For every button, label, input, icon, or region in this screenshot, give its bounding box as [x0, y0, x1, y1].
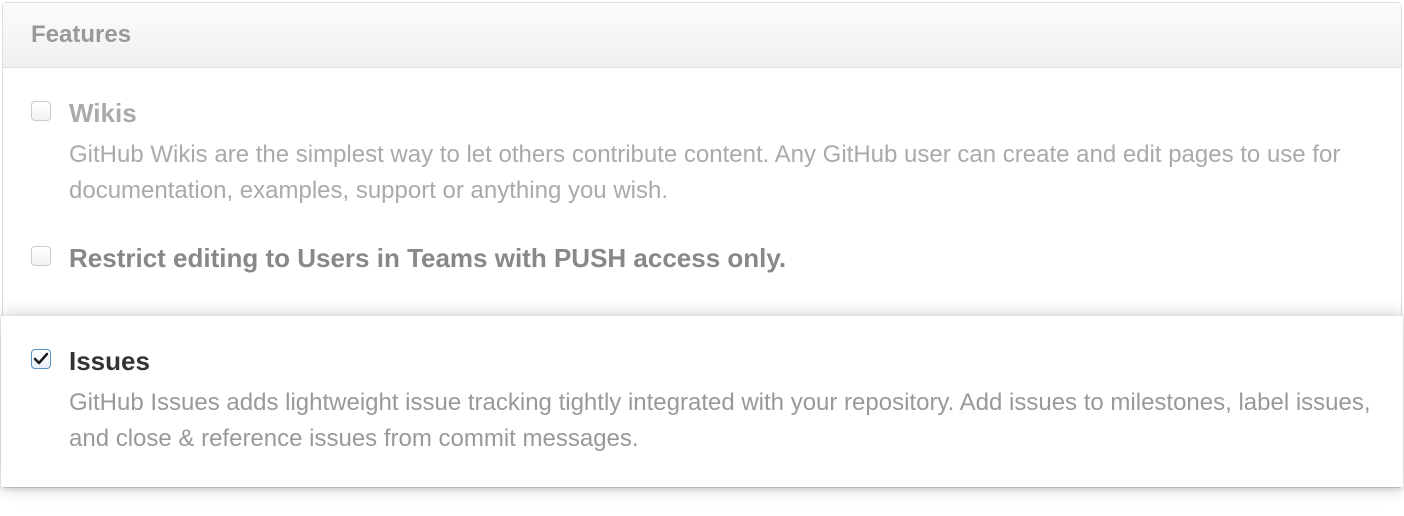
feature-wikis: Wikis GitHub Wikis are the simplest way … — [3, 68, 1401, 239]
checkbox-wrap — [31, 98, 51, 126]
issues-checkbox[interactable] — [31, 349, 51, 369]
feature-restrict: Restrict editing to Users in Teams with … — [3, 239, 1401, 316]
wikis-checkbox[interactable] — [31, 101, 51, 121]
panel-header: Features — [3, 3, 1401, 68]
restrict-label: Restrict editing to Users in Teams with … — [69, 243, 1373, 274]
panel-body: Wikis GitHub Wikis are the simplest way … — [3, 68, 1401, 487]
feature-content: Wikis GitHub Wikis are the simplest way … — [69, 98, 1373, 209]
issues-desc: GitHub Issues adds lightweight issue tra… — [69, 385, 1373, 457]
wikis-desc: GitHub Wikis are the simplest way to let… — [69, 137, 1373, 209]
checkbox-wrap — [31, 243, 51, 271]
restrict-checkbox[interactable] — [31, 246, 51, 266]
feature-issues: Issues GitHub Issues adds lightweight is… — [1, 316, 1403, 487]
checkbox-wrap — [31, 346, 51, 372]
check-icon — [33, 351, 49, 367]
features-panel: Features Wikis GitHub Wikis are the simp… — [2, 2, 1402, 488]
feature-content: Issues GitHub Issues adds lightweight is… — [69, 346, 1373, 457]
issues-label: Issues — [69, 346, 1373, 377]
wikis-label: Wikis — [69, 98, 1373, 129]
panel-title: Features — [31, 21, 1373, 49]
feature-content: Restrict editing to Users in Teams with … — [69, 243, 1373, 282]
